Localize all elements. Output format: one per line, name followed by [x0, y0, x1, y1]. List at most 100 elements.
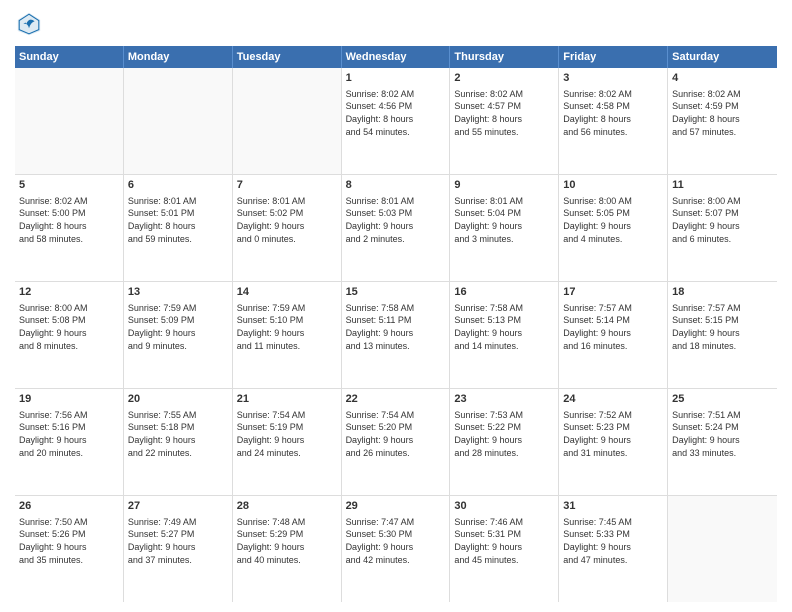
day-number: 7	[237, 178, 337, 193]
day-number: 17	[563, 285, 663, 300]
calendar-row-0: 1Sunrise: 8:02 AM Sunset: 4:56 PM Daylig…	[15, 68, 777, 175]
calendar-cell	[124, 68, 233, 174]
calendar-cell: 6 Sunrise: 8:01 AM Sunset: 5:01 PM Daylig…	[124, 175, 233, 281]
day-number: 9	[454, 178, 554, 193]
calendar-cell: 2 Sunrise: 8:02 AM Sunset: 4:57 PM Daylig…	[450, 68, 559, 174]
day-number: 28	[237, 499, 337, 514]
header	[15, 10, 777, 38]
header-day-tuesday: Tuesday	[233, 46, 342, 68]
day-number: 30	[454, 499, 554, 514]
day-info: Sunrise: 7:59 AM Sunset: 5:09 PM Dayligh…	[128, 302, 228, 352]
logo-icon	[15, 10, 43, 38]
day-number: 8	[346, 178, 446, 193]
calendar-cell: 12 Sunrise: 8:00 AM Sunset: 5:08 PM Dayli…	[15, 282, 124, 388]
day-number: 10	[563, 178, 663, 193]
day-number: 29	[346, 499, 446, 514]
day-info: Sunrise: 7:55 AM Sunset: 5:18 PM Dayligh…	[128, 409, 228, 459]
day-number: 22	[346, 392, 446, 407]
page: SundayMondayTuesdayWednesdayThursdayFrid…	[0, 0, 792, 612]
day-number: 14	[237, 285, 337, 300]
day-number: 11	[672, 178, 773, 193]
day-info: Sunrise: 7:56 AM Sunset: 5:16 PM Dayligh…	[19, 409, 119, 459]
day-number: 20	[128, 392, 228, 407]
day-info: Sunrise: 7:58 AM Sunset: 5:11 PM Dayligh…	[346, 302, 446, 352]
calendar-cell: 3Sunrise: 8:02 AM Sunset: 4:58 PM Daylig…	[559, 68, 668, 174]
day-number: 24	[563, 392, 663, 407]
calendar-cell: 8 Sunrise: 8:01 AM Sunset: 5:03 PM Daylig…	[342, 175, 451, 281]
calendar-row-4: 26 Sunrise: 7:50 AM Sunset: 5:26 PM Dayli…	[15, 496, 777, 602]
day-info: Sunrise: 8:02 AM Sunset: 4:58 PM Dayligh…	[563, 88, 663, 138]
day-info: Sunrise: 7:46 AM Sunset: 5:31 PM Dayligh…	[454, 516, 554, 566]
calendar-cell: 21 Sunrise: 7:54 AM Sunset: 5:19 PM Dayli…	[233, 389, 342, 495]
day-info: Sunrise: 8:02 AM Sunset: 4:56 PM Dayligh…	[346, 88, 446, 138]
calendar-cell: 15 Sunrise: 7:58 AM Sunset: 5:11 PM Dayli…	[342, 282, 451, 388]
calendar-cell: 31Sunrise: 7:45 AM Sunset: 5:33 PM Dayli…	[559, 496, 668, 602]
day-number: 25	[672, 392, 773, 407]
header-day-monday: Monday	[124, 46, 233, 68]
calendar-cell: 16 Sunrise: 7:58 AM Sunset: 5:13 PM Dayli…	[450, 282, 559, 388]
header-day-saturday: Saturday	[668, 46, 777, 68]
day-info: Sunrise: 7:54 AM Sunset: 5:20 PM Dayligh…	[346, 409, 446, 459]
calendar-cell: 30 Sunrise: 7:46 AM Sunset: 5:31 PM Dayli…	[450, 496, 559, 602]
day-info: Sunrise: 7:54 AM Sunset: 5:19 PM Dayligh…	[237, 409, 337, 459]
calendar-cell: 17 Sunrise: 7:57 AM Sunset: 5:14 PM Dayli…	[559, 282, 668, 388]
day-number: 16	[454, 285, 554, 300]
calendar-cell: 13 Sunrise: 7:59 AM Sunset: 5:09 PM Dayli…	[124, 282, 233, 388]
day-info: Sunrise: 7:57 AM Sunset: 5:15 PM Dayligh…	[672, 302, 773, 352]
calendar-cell: 1Sunrise: 8:02 AM Sunset: 4:56 PM Daylig…	[342, 68, 451, 174]
calendar-cell: 25 Sunrise: 7:51 AM Sunset: 5:24 PM Dayli…	[668, 389, 777, 495]
day-number: 15	[346, 285, 446, 300]
day-info: Sunrise: 7:59 AM Sunset: 5:10 PM Dayligh…	[237, 302, 337, 352]
day-info: Sunrise: 8:01 AM Sunset: 5:04 PM Dayligh…	[454, 195, 554, 245]
day-info: Sunrise: 7:49 AM Sunset: 5:27 PM Dayligh…	[128, 516, 228, 566]
day-number: 18	[672, 285, 773, 300]
day-number: 21	[237, 392, 337, 407]
day-number: 13	[128, 285, 228, 300]
day-number: 26	[19, 499, 119, 514]
day-number: 31	[563, 499, 663, 514]
calendar-cell: 18 Sunrise: 7:57 AM Sunset: 5:15 PM Dayli…	[668, 282, 777, 388]
day-info: Sunrise: 8:01 AM Sunset: 5:02 PM Dayligh…	[237, 195, 337, 245]
calendar: SundayMondayTuesdayWednesdayThursdayFrid…	[15, 46, 777, 602]
calendar-cell	[15, 68, 124, 174]
calendar-row-3: 19 Sunrise: 7:56 AM Sunset: 5:16 PM Dayli…	[15, 389, 777, 496]
logo	[15, 10, 47, 38]
day-info: Sunrise: 7:50 AM Sunset: 5:26 PM Dayligh…	[19, 516, 119, 566]
calendar-cell: 20 Sunrise: 7:55 AM Sunset: 5:18 PM Dayli…	[124, 389, 233, 495]
calendar-cell: 9 Sunrise: 8:01 AM Sunset: 5:04 PM Daylig…	[450, 175, 559, 281]
header-day-wednesday: Wednesday	[342, 46, 451, 68]
day-info: Sunrise: 8:01 AM Sunset: 5:03 PM Dayligh…	[346, 195, 446, 245]
day-info: Sunrise: 7:53 AM Sunset: 5:22 PM Dayligh…	[454, 409, 554, 459]
day-info: Sunrise: 8:00 AM Sunset: 5:08 PM Dayligh…	[19, 302, 119, 352]
day-info: Sunrise: 8:01 AM Sunset: 5:01 PM Dayligh…	[128, 195, 228, 245]
day-info: Sunrise: 8:00 AM Sunset: 5:05 PM Dayligh…	[563, 195, 663, 245]
day-info: Sunrise: 7:58 AM Sunset: 5:13 PM Dayligh…	[454, 302, 554, 352]
calendar-cell: 5Sunrise: 8:02 AM Sunset: 5:00 PM Daylig…	[15, 175, 124, 281]
calendar-cell: 23Sunrise: 7:53 AM Sunset: 5:22 PM Dayli…	[450, 389, 559, 495]
calendar-row-2: 12 Sunrise: 8:00 AM Sunset: 5:08 PM Dayli…	[15, 282, 777, 389]
day-info: Sunrise: 7:51 AM Sunset: 5:24 PM Dayligh…	[672, 409, 773, 459]
day-number: 2	[454, 71, 554, 86]
day-info: Sunrise: 8:02 AM Sunset: 5:00 PM Dayligh…	[19, 195, 119, 245]
calendar-cell: 24Sunrise: 7:52 AM Sunset: 5:23 PM Dayli…	[559, 389, 668, 495]
header-day-thursday: Thursday	[450, 46, 559, 68]
day-number: 12	[19, 285, 119, 300]
day-info: Sunrise: 8:00 AM Sunset: 5:07 PM Dayligh…	[672, 195, 773, 245]
calendar-cell	[668, 496, 777, 602]
day-number: 6	[128, 178, 228, 193]
calendar-cell: 4Sunrise: 8:02 AM Sunset: 4:59 PM Daylig…	[668, 68, 777, 174]
calendar-cell: 19 Sunrise: 7:56 AM Sunset: 5:16 PM Dayli…	[15, 389, 124, 495]
day-info: Sunrise: 7:57 AM Sunset: 5:14 PM Dayligh…	[563, 302, 663, 352]
day-info: Sunrise: 8:02 AM Sunset: 4:59 PM Dayligh…	[672, 88, 773, 138]
day-info: Sunrise: 7:48 AM Sunset: 5:29 PM Dayligh…	[237, 516, 337, 566]
header-day-sunday: Sunday	[15, 46, 124, 68]
calendar-cell: 26 Sunrise: 7:50 AM Sunset: 5:26 PM Dayli…	[15, 496, 124, 602]
day-info: Sunrise: 8:02 AM Sunset: 4:57 PM Dayligh…	[454, 88, 554, 138]
day-number: 19	[19, 392, 119, 407]
calendar-cell: 28 Sunrise: 7:48 AM Sunset: 5:29 PM Dayli…	[233, 496, 342, 602]
calendar-cell: 14 Sunrise: 7:59 AM Sunset: 5:10 PM Dayli…	[233, 282, 342, 388]
day-info: Sunrise: 7:47 AM Sunset: 5:30 PM Dayligh…	[346, 516, 446, 566]
calendar-cell: 29 Sunrise: 7:47 AM Sunset: 5:30 PM Dayli…	[342, 496, 451, 602]
calendar-cell: 10 Sunrise: 8:00 AM Sunset: 5:05 PM Dayli…	[559, 175, 668, 281]
header-day-friday: Friday	[559, 46, 668, 68]
